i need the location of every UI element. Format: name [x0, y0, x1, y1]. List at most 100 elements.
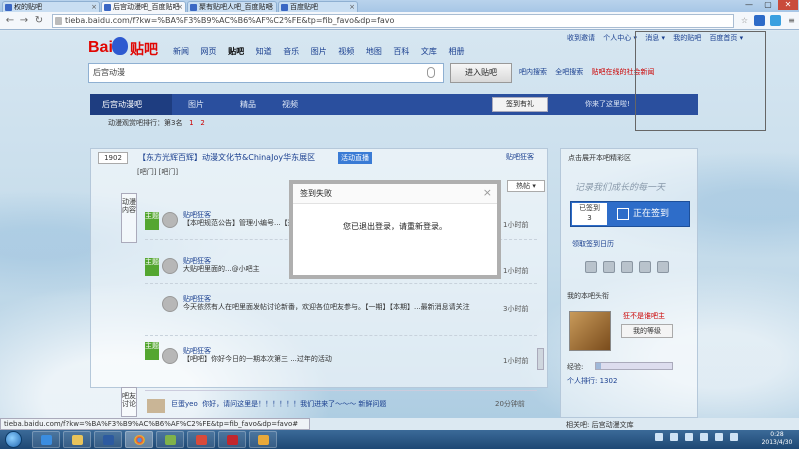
search-nav-link[interactable]: 网页: [201, 47, 217, 56]
search-nav-link[interactable]: 贴吧: [228, 47, 244, 56]
thread-row[interactable]: 巨蛋yeo 你好，请问这里是！！！！！！我们进来了～～～ 新鲜问题 20分钟前: [145, 390, 537, 418]
search-nav-link[interactable]: 百科: [393, 47, 409, 56]
forum-home-tab[interactable]: 后宫动漫吧: [90, 94, 172, 115]
thread-author-link[interactable]: 巨蛋yeo 你好，请问这里是！！！！！！我们进来了～～～ 新鲜问题: [171, 399, 386, 409]
tool-icon[interactable]: [603, 261, 615, 273]
all-search-link[interactable]: 全吧搜索: [555, 68, 583, 76]
star-icon[interactable]: ☆: [739, 15, 750, 26]
top-nav-link[interactable]: 收到邀请: [567, 34, 595, 42]
avatar[interactable]: [162, 348, 178, 364]
sign-in-widget[interactable]: 已签到 3 正在签到: [570, 201, 690, 227]
sidebar-title[interactable]: 点击展开本吧精彩区: [568, 153, 631, 163]
folder-taskbar-icon[interactable]: [63, 431, 91, 448]
top-nav-link[interactable]: 个人中心 ▾: [603, 34, 637, 42]
start-button[interactable]: [5, 431, 22, 448]
level-button[interactable]: 我的等级: [621, 324, 673, 338]
tab-close-icon[interactable]: ×: [177, 2, 183, 12]
browser-tab-strip: 权的贴吧 × 后宫动漫吧_百度贴吧 × 聚有贴吧人吧_百度贴吧 × 百度贴吧 × — ▢…: [0, 0, 799, 12]
sign-calendar-link[interactable]: 领取签到日历: [572, 239, 614, 249]
back-icon[interactable]: ←: [4, 14, 16, 27]
sign-in-gift-button[interactable]: 签到有礼: [492, 97, 548, 112]
browser-tab[interactable]: 百度贴吧 ×: [278, 1, 358, 12]
search-nav-link[interactable]: 相册: [448, 47, 464, 56]
microphone-icon[interactable]: [427, 67, 435, 78]
maximize-button[interactable]: ▢: [759, 0, 777, 10]
media-taskbar-icon[interactable]: [94, 431, 122, 448]
thread-row[interactable]: 主题 贴吧狂客 今天依然有人在吧里面发帖讨论新番，欢迎各位吧友参与。【一期】【本…: [145, 294, 537, 360]
reload-icon[interactable]: ↻: [33, 14, 45, 27]
my-username[interactable]: 狂不是谁吧主: [623, 311, 665, 321]
live-badge[interactable]: 活动直播: [338, 152, 372, 164]
close-icon[interactable]: ×: [483, 186, 492, 199]
browser-tab-active[interactable]: 后宫动漫吧_百度贴吧 ×: [101, 1, 186, 12]
app-taskbar-icon[interactable]: [187, 431, 215, 448]
tray-icon[interactable]: [685, 433, 693, 441]
tray-icon[interactable]: [655, 433, 663, 441]
tab-close-icon[interactable]: ×: [268, 2, 274, 12]
search-nav-link[interactable]: 图片: [311, 47, 327, 56]
menu-icon[interactable]: ≡: [786, 15, 797, 26]
avatar[interactable]: [147, 399, 165, 413]
tool-icon[interactable]: [639, 261, 651, 273]
thread-snippet[interactable]: 今天依然有人在吧里面发帖讨论新番，欢迎各位吧友参与。【一期】【本期】...最新消…: [183, 303, 483, 312]
tab-close-icon[interactable]: ×: [349, 2, 355, 12]
tray-icon[interactable]: [715, 433, 723, 441]
extension-icon[interactable]: [754, 15, 765, 26]
tool-icon[interactable]: [657, 261, 669, 273]
thread-author-link[interactable]: 贴吧狂客: [506, 152, 534, 162]
my-avatar[interactable]: [569, 311, 611, 351]
tool-icon[interactable]: [621, 261, 633, 273]
close-window-button[interactable]: ✕: [778, 0, 798, 10]
tab-featured[interactable]: 精品: [240, 94, 256, 115]
search-nav-link[interactable]: 新闻: [173, 47, 189, 56]
search-nav-link[interactable]: 文库: [421, 47, 437, 56]
avatar[interactable]: [162, 258, 178, 274]
ie-taskbar-icon[interactable]: [32, 431, 60, 448]
dialog-title: 签到失败: [293, 184, 497, 204]
search-nav-link[interactable]: 音乐: [283, 47, 299, 56]
side-tab-content[interactable]: 动漫内容: [121, 193, 137, 243]
forum-search-link[interactable]: 吧内搜索: [519, 68, 547, 76]
taskbar-clock[interactable]: 0:28 2013/4/30: [757, 431, 797, 447]
tab-images[interactable]: 图片: [188, 94, 204, 115]
personal-rank[interactable]: 个人排行: 1302: [567, 376, 617, 386]
minimize-button[interactable]: —: [740, 0, 758, 10]
side-tab-discussion[interactable]: 吧友讨论: [121, 387, 137, 417]
tray-icon[interactable]: [670, 433, 678, 441]
browser-tab[interactable]: 聚有贴吧人吧_百度贴吧 ×: [187, 1, 277, 12]
thread-tag: 主题: [145, 258, 159, 276]
tab-favicon-icon: [5, 4, 12, 11]
thread-snippet[interactable]: 【吧吧】你好今日的一期本次第三 ...过年的活动: [183, 355, 483, 364]
list-scrollbar[interactable]: [537, 348, 544, 370]
baidu-tieba-logo[interactable]: Bai 贴吧: [88, 37, 174, 59]
thread-row[interactable]: 贴吧狂客 【吧吧】你好今日的一期本次第三 ...过年的活动 1小时前: [145, 346, 537, 370]
url-input[interactable]: tieba.baidu.com/f?kw=%BA%F3%B9%AC%B6%AF%…: [52, 14, 734, 28]
search-nav-link[interactable]: 知道: [256, 47, 272, 56]
volume-icon[interactable]: [730, 433, 738, 441]
sign-day-box: 已签到 3: [572, 203, 607, 225]
tool-icon[interactable]: [585, 261, 597, 273]
enter-forum-button[interactable]: 进入贴吧: [450, 63, 512, 83]
avatar[interactable]: [162, 212, 178, 228]
search-nav-link[interactable]: 视频: [338, 47, 354, 56]
flash-taskbar-icon[interactable]: [218, 431, 246, 448]
sort-dropdown[interactable]: 热帖 ▾: [507, 180, 545, 192]
tray-icon[interactable]: [700, 433, 708, 441]
thread-time: 3小时前: [503, 305, 529, 313]
browser-tab[interactable]: 权的贴吧 ×: [2, 1, 100, 12]
reply-count: 1902: [98, 152, 128, 164]
tab-close-icon[interactable]: ×: [91, 2, 97, 12]
avatar[interactable]: [162, 296, 178, 312]
search-nav-link[interactable]: 地图: [366, 47, 382, 56]
related-forums[interactable]: 相关吧: 后宫动漫文库: [566, 420, 634, 430]
app-taskbar-icon[interactable]: [156, 431, 184, 448]
app-taskbar-icon[interactable]: [249, 431, 277, 448]
tab-videos[interactable]: 视频: [282, 94, 298, 115]
search-input[interactable]: 后宫动漫: [88, 63, 444, 83]
hot-links[interactable]: [吧门] [吧门]: [137, 167, 178, 177]
extension-icon[interactable]: [770, 15, 781, 26]
forward-icon[interactable]: →: [18, 14, 30, 27]
thread-title-link[interactable]: 【东方光辉百辉】动漫文化节&ChinaJoy华东展区: [138, 152, 315, 163]
tab-favicon-icon: [104, 4, 111, 11]
chrome-taskbar-icon[interactable]: [125, 431, 153, 448]
